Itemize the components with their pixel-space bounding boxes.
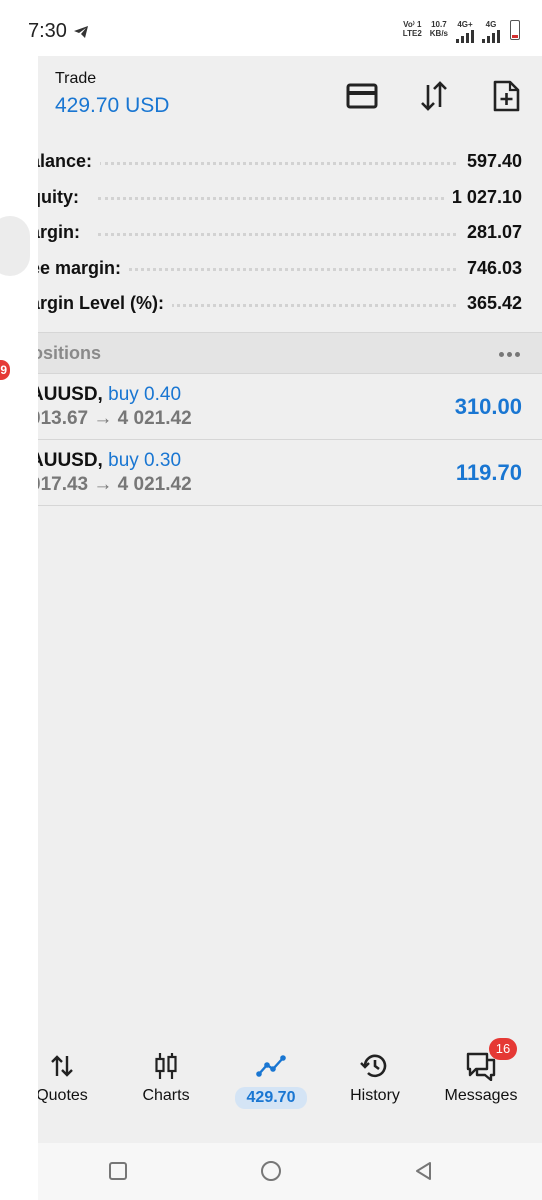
sort-button[interactable]: [414, 76, 454, 116]
telegram-icon: [73, 25, 89, 44]
header-balance: 429.70 USD: [55, 94, 170, 117]
volte-indicator: Vo⁾ 1 LTE2: [402, 20, 422, 38]
messages-badge: 16: [489, 1038, 517, 1060]
position-prices: 017.43 → 4 021.42: [38, 474, 192, 495]
candlestick-chart-icon: [150, 1050, 182, 1082]
recents-button[interactable]: [106, 1159, 130, 1183]
signal-sim1: 4G+: [456, 20, 474, 43]
summary-value: 1 027.10: [443, 186, 522, 208]
summary-row-free-margin: ee margin: 746.03: [38, 251, 542, 287]
nav-label: History: [350, 1087, 400, 1104]
position-symbol: AUUSD,: [38, 384, 103, 405]
positions-list: AUUSD, buy 0.40 013.67 → 4 021.42 310.00…: [38, 374, 542, 506]
position-type: buy 0.30: [108, 450, 182, 471]
leader-dots: [98, 161, 462, 165]
back-button[interactable]: [412, 1159, 436, 1183]
more-options-icon[interactable]: [499, 352, 520, 357]
nav-trade-pill: 429.70: [234, 1087, 308, 1109]
square-icon: [109, 1162, 127, 1180]
summary-value: 597.40: [458, 151, 522, 173]
trade-header: Trade 429.70 USD: [38, 56, 542, 140]
history-clock-icon: [359, 1050, 391, 1082]
position-prices: 013.67 → 4 021.42: [38, 408, 192, 429]
position-type: buy 0.40: [108, 384, 182, 405]
circle-icon: [261, 1161, 281, 1181]
signal-bars-icon: [456, 29, 474, 43]
summary-label: quity:: [38, 186, 87, 208]
leader-dots: [98, 232, 462, 236]
nav-messages[interactable]: 16 Messages: [431, 1038, 531, 1124]
drawer-badge: 9: [0, 360, 10, 380]
quotes-arrows-icon: [46, 1050, 78, 1082]
status-bar: 7:30 Vo⁾ 1 LTE2 10.7 KB/s 4G+ 4G: [0, 0, 542, 60]
summary-label: alance:: [38, 151, 101, 173]
nav-history[interactable]: History: [325, 1044, 425, 1124]
page-title: Trade: [55, 70, 97, 87]
summary-value: 746.03: [458, 257, 522, 279]
new-order-button[interactable]: [486, 76, 526, 116]
trade-line-icon: [255, 1050, 287, 1082]
summary-label: argin Level (%):: [38, 293, 173, 315]
signal-bars-icon: [482, 29, 500, 43]
signal-sim2: 4G: [482, 20, 500, 43]
nav-trade[interactable]: 429.70: [221, 1044, 321, 1124]
leader-dots: [98, 197, 462, 201]
summary-value: 365.42: [458, 293, 522, 315]
nav-quotes[interactable]: Quotes: [38, 1044, 112, 1124]
summary-label: argin:: [38, 222, 89, 244]
section-title: ositions: [38, 343, 102, 363]
system-navigation-bar: [38, 1143, 542, 1200]
account-summary: alance: 597.40 quity: 1 027.10 argin: 28…: [38, 144, 542, 322]
position-symbol: AUUSD,: [38, 450, 103, 471]
summary-row-equity: quity: 1 027.10: [38, 180, 542, 216]
nav-label: Quotes: [38, 1087, 88, 1104]
triangle-back-icon: [416, 1162, 431, 1180]
drawer-avatar[interactable]: [0, 216, 30, 276]
battery-icon: [510, 20, 520, 40]
summary-label: ee margin:: [38, 257, 130, 279]
position-profit: 119.70: [455, 460, 522, 485]
summary-row-margin: argin: 281.07: [38, 215, 542, 251]
nav-charts[interactable]: Charts: [116, 1044, 216, 1124]
home-button[interactable]: [259, 1159, 283, 1183]
bottom-navigation: Quotes Charts 429.70 History 16 Messages: [38, 1038, 542, 1143]
nav-label: Messages: [444, 1087, 518, 1104]
new-document-icon: [493, 80, 520, 112]
status-time: 7:30: [28, 20, 67, 42]
sort-arrows-icon: [421, 81, 447, 111]
positions-header[interactable]: ositions: [38, 332, 542, 374]
network-speed: 10.7 KB/s: [429, 20, 448, 38]
deposit-button[interactable]: [342, 76, 382, 116]
position-row[interactable]: AUUSD, buy 0.40 013.67 → 4 021.42 310.00: [38, 374, 542, 440]
summary-row-balance: alance: 597.40: [38, 144, 542, 180]
summary-row-margin-level: argin Level (%): 365.42: [38, 286, 542, 322]
menu-icon[interactable]: [38, 86, 40, 108]
position-profit: 310.00: [454, 394, 522, 419]
nav-label: Charts: [142, 1087, 190, 1104]
trade-panel: Trade 429.70 USD lance: 597.40 uity: 1 0…: [38, 56, 542, 1143]
status-indicators: Vo⁾ 1 LTE2 10.7 KB/s 4G+ 4G: [403, 20, 520, 43]
leader-dots: [98, 268, 462, 272]
position-row[interactable]: AUUSD, buy 0.30 017.43 → 4 021.42 119.70: [38, 440, 542, 506]
credit-card-icon: [346, 83, 378, 109]
summary-value: 281.07: [458, 222, 522, 244]
